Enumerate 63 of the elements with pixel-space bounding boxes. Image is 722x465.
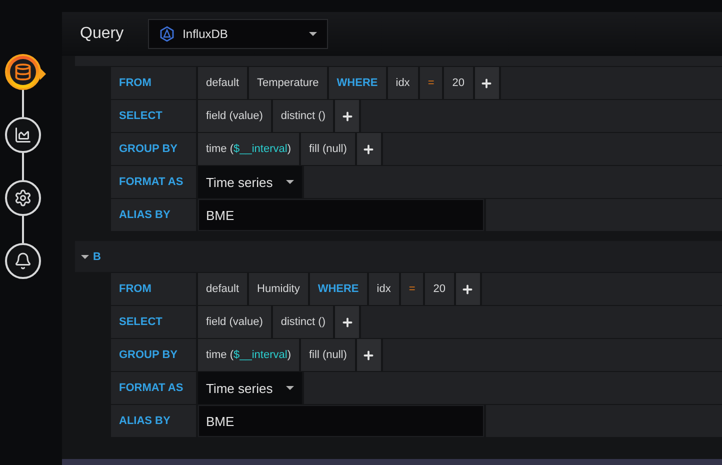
query-segment[interactable]: idx bbox=[368, 273, 399, 305]
plus-icon bbox=[362, 142, 376, 156]
format-select[interactable]: Time series bbox=[198, 166, 302, 198]
alias-field[interactable]: BME bbox=[198, 405, 484, 437]
caret-icon bbox=[308, 30, 317, 38]
area-chart-icon bbox=[14, 126, 32, 144]
caret-icon bbox=[81, 252, 89, 260]
row-label: SELECT bbox=[111, 100, 196, 132]
plus-icon bbox=[340, 316, 354, 328]
row-label: ALIAS BY bbox=[111, 405, 196, 437]
row-label: GROUP BY bbox=[111, 339, 196, 371]
operator-segment[interactable]: = bbox=[420, 67, 442, 99]
step-button[interactable] bbox=[5, 117, 41, 153]
query-segment[interactable]: 20 bbox=[444, 67, 472, 99]
query-segment[interactable]: time ($__interval) bbox=[198, 133, 299, 165]
query-segment[interactable]: idx bbox=[388, 67, 418, 99]
datasource-select[interactable]: InfluxDB bbox=[148, 19, 328, 49]
keyword-segment[interactable]: WHERE bbox=[328, 67, 386, 99]
query-segment[interactable]: default bbox=[198, 273, 248, 305]
caret-icon bbox=[286, 178, 294, 186]
row-label: FORMAT AS bbox=[111, 372, 196, 404]
query-segment[interactable]: 20 bbox=[425, 273, 454, 305]
add-button[interactable] bbox=[356, 133, 381, 165]
section-title: Query bbox=[80, 25, 124, 43]
plus-icon bbox=[461, 282, 474, 296]
add-button[interactable] bbox=[474, 67, 498, 99]
plus-icon bbox=[340, 110, 354, 122]
row-label: ALIAS BY bbox=[111, 199, 196, 231]
step-button[interactable] bbox=[5, 54, 41, 90]
query-segment[interactable]: distinct () bbox=[272, 100, 334, 132]
add-button[interactable] bbox=[456, 273, 480, 305]
alias-field[interactable]: BME bbox=[198, 199, 484, 231]
keyword-segment[interactable]: WHERE bbox=[310, 273, 367, 305]
add-button[interactable] bbox=[335, 100, 360, 132]
bell-icon bbox=[14, 252, 32, 270]
gear-icon bbox=[14, 189, 32, 207]
row-label: FROM bbox=[111, 273, 196, 305]
query-segment[interactable]: default bbox=[198, 67, 248, 99]
query-segment[interactable]: Temperature bbox=[249, 67, 327, 99]
row-label: FORMAT AS bbox=[111, 166, 196, 198]
row-label: SELECT bbox=[111, 306, 196, 338]
query-segment[interactable]: distinct () bbox=[272, 306, 334, 338]
query-segment[interactable]: Humidity bbox=[249, 273, 308, 305]
operator-segment[interactable]: = bbox=[400, 273, 424, 305]
query-segment[interactable]: field (value) bbox=[198, 306, 271, 338]
plus-icon bbox=[480, 76, 493, 90]
row-label: GROUP BY bbox=[111, 133, 196, 165]
add-button[interactable] bbox=[356, 339, 381, 371]
row-label: FROM bbox=[111, 67, 196, 99]
add-button[interactable] bbox=[335, 306, 360, 338]
format-select[interactable]: Time series bbox=[198, 372, 302, 404]
caret-icon bbox=[286, 384, 294, 392]
database-icon bbox=[14, 63, 32, 81]
step-button[interactable] bbox=[5, 180, 41, 216]
plus-icon bbox=[362, 348, 376, 362]
query-segment[interactable]: fill (null) bbox=[301, 339, 355, 371]
query-segment[interactable]: time ($__interval) bbox=[198, 339, 299, 371]
query-segment[interactable]: field (value) bbox=[198, 100, 271, 132]
query-segment[interactable]: fill (null) bbox=[301, 133, 355, 165]
query-header[interactable]: B bbox=[75, 241, 722, 272]
pointer-arrow bbox=[40, 68, 46, 80]
datasource-icon bbox=[158, 26, 175, 42]
step-button[interactable] bbox=[5, 243, 41, 279]
